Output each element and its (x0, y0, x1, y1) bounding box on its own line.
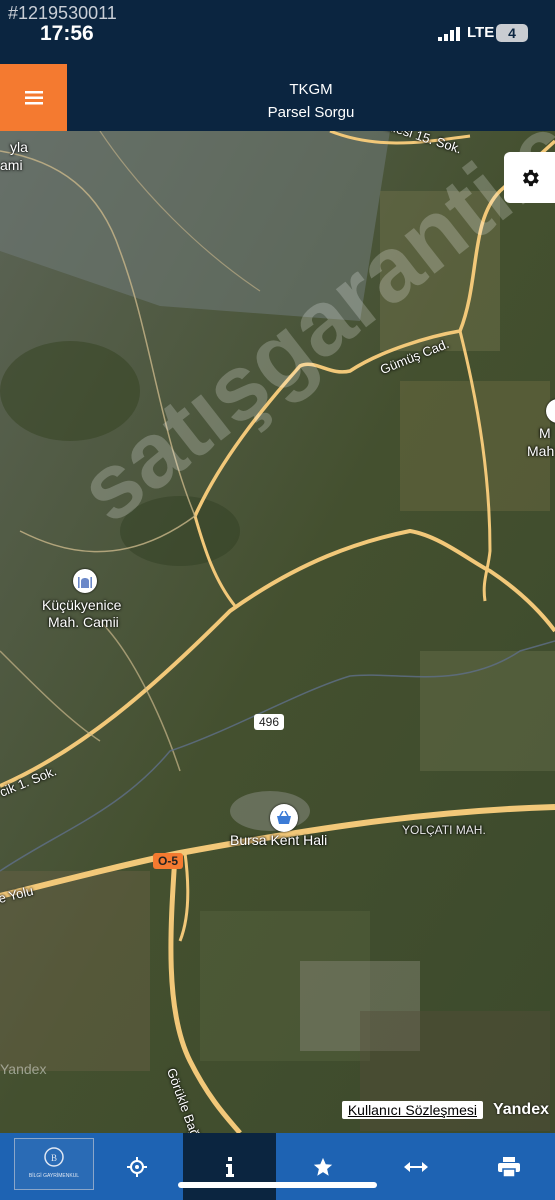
road-number: 496 (254, 714, 285, 730)
mosque-icon (78, 577, 92, 588)
favorite-button[interactable] (276, 1133, 369, 1200)
map-imagery (0, 131, 555, 1133)
map-label: M (539, 425, 551, 441)
logo-text: BİLGİ GAYRİMENKUL (29, 1172, 79, 1179)
basket-icon (277, 811, 291, 824)
locate-icon (126, 1156, 147, 1177)
map-label: yla (10, 139, 28, 155)
clock: 17:56 (40, 22, 94, 45)
mosque-poi[interactable] (73, 569, 97, 593)
svg-text:B: B (51, 1153, 57, 1163)
map-label: Mah (527, 443, 555, 459)
highway-shield: O-5 (153, 853, 184, 869)
star-icon (313, 1157, 332, 1176)
gear-icon (522, 169, 539, 186)
status-bar: #1219530011 17:56 LTE 4 (0, 0, 555, 64)
print-button[interactable] (462, 1133, 555, 1200)
company-logo: B BİLGİ GAYRİMENKUL (14, 1138, 94, 1190)
provider-faint-label: Yandex (0, 1061, 47, 1077)
terms-link[interactable]: Kullanıcı Sözleşmesi (341, 1101, 483, 1119)
poi-label: Küçükyenice (42, 597, 122, 613)
home-indicator (178, 1182, 377, 1188)
measure-button[interactable] (369, 1133, 462, 1200)
logo-graphic: B BİLGİ GAYRİMENKUL (29, 1147, 79, 1179)
locate-button[interactable] (90, 1133, 183, 1200)
info-button[interactable] (183, 1133, 276, 1200)
poi-label: Bursa Kent Hali (230, 832, 328, 848)
network-type: LTE (467, 24, 495, 41)
app-bar: TKGM Parsel Sorgu (0, 64, 555, 131)
menu-button[interactable] (0, 64, 67, 131)
provider-logo: Yandex (492, 1101, 549, 1118)
app-title: TKGM (289, 81, 333, 98)
info-icon (225, 1156, 234, 1177)
app-subtitle: Parsel Sorgu (267, 104, 355, 121)
settings-button[interactable] (504, 152, 555, 203)
measure-icon (403, 1161, 428, 1172)
hamburger-icon (24, 90, 43, 104)
print-icon (497, 1156, 520, 1177)
map-label: ami (0, 157, 23, 173)
signal-icon (438, 27, 460, 41)
area-label: YOLÇATI MAH. (402, 823, 486, 837)
bottom-toolbar: B BİLGİ GAYRİMENKUL (0, 1133, 555, 1200)
market-poi[interactable] (270, 804, 298, 832)
battery-indicator: 4 (496, 24, 528, 42)
listing-id: #1219530011 (8, 3, 117, 23)
satellite-map[interactable]: satışgaranti.com yla ami Yeni Mahallesi … (0, 131, 555, 1133)
poi-label: Mah. Camii (48, 614, 119, 630)
